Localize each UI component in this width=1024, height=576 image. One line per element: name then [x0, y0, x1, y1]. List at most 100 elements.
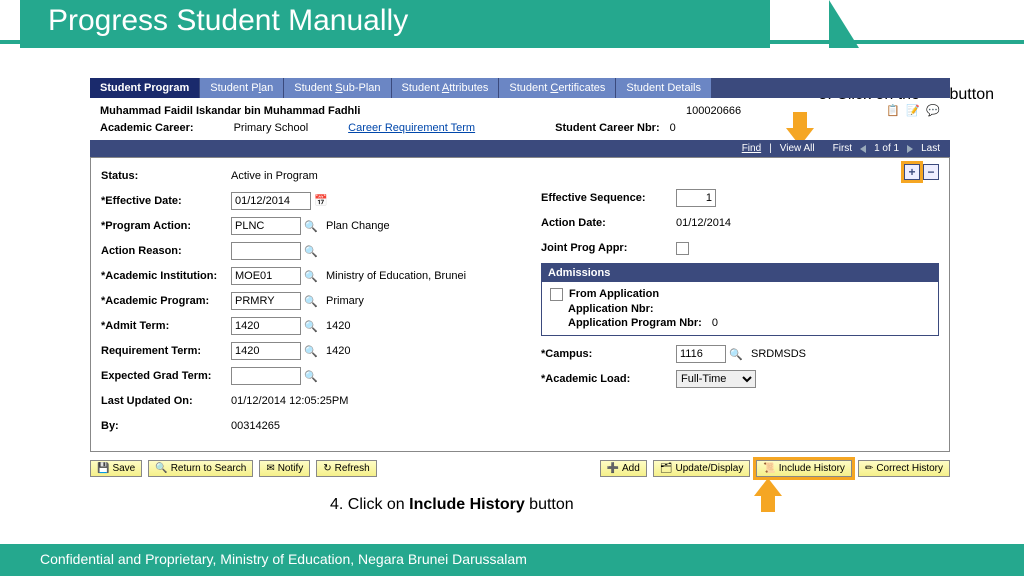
txt: Return to Search — [171, 463, 247, 474]
req-term-input[interactable] — [231, 342, 301, 360]
status-label: Status: — [101, 170, 231, 182]
admissions-header: Admissions — [542, 264, 938, 282]
acad-load-select[interactable]: Full-Time — [676, 370, 756, 388]
req-term-desc: 1420 — [326, 345, 350, 357]
by-value: 00314265 — [231, 420, 280, 432]
txt: ertificates — [558, 82, 605, 94]
status-value: Active in Program — [231, 170, 318, 182]
calendar-icon[interactable]: 📅 — [314, 194, 328, 208]
txt: Student — [294, 82, 335, 94]
admit-term-label: *Admit Term: — [101, 320, 231, 332]
slide-footer: Confidential and Proprietary, Ministry o… — [0, 544, 1024, 576]
from-app-label: From Application — [569, 288, 659, 301]
lookup-icon[interactable]: 🔍 — [729, 347, 743, 361]
joint-prog-checkbox[interactable] — [676, 242, 689, 255]
history-icon: 📜 — [763, 463, 775, 474]
action-reason-input[interactable] — [231, 242, 301, 260]
arrow-stem-4 — [761, 494, 775, 512]
chat-icon[interactable]: 💬 — [926, 104, 940, 118]
career-requirement-link[interactable]: Career Requirement Term — [348, 122, 475, 134]
tab-student-plan[interactable]: Student Plan — [200, 78, 284, 98]
campus-label: *Campus: — [541, 348, 676, 360]
lookup-icon[interactable]: 🔍 — [304, 294, 318, 308]
find-link[interactable]: Find — [742, 143, 761, 154]
career-nbr-label: Student Career Nbr: — [555, 122, 660, 134]
callout-4: 4. Click on Include History button — [330, 496, 574, 514]
exp-grad-label: Expected Grad Term: — [101, 370, 231, 382]
exp-grad-input[interactable] — [231, 367, 301, 385]
eff-seq-label: Effective Sequence: — [541, 192, 676, 204]
view-all-link[interactable]: View All — [780, 143, 815, 154]
lookup-icon[interactable]: 🔍 — [304, 269, 318, 283]
acad-inst-label: *Academic Institution: — [101, 270, 231, 282]
remove-row-button[interactable]: − — [923, 164, 939, 180]
nav-prev-icon[interactable] — [860, 145, 866, 153]
update-icon: 🗂 — [660, 463, 673, 474]
admissions-box: Admissions From Application Application … — [541, 263, 939, 336]
right-column: Effective Sequence: Action Date:01/12/20… — [541, 166, 939, 441]
prog-action-input[interactable] — [231, 217, 301, 235]
edit-icon[interactable]: 📝 — [906, 104, 920, 118]
student-id: 100020666 — [686, 105, 886, 117]
header-icons: 📋 📝 💬 — [886, 104, 940, 118]
acad-load-label: *Academic Load: — [541, 373, 676, 385]
student-header: Muhammad Faidil Iskandar bin Muhammad Fa… — [90, 98, 950, 120]
lookup-icon[interactable]: 🔍 — [304, 244, 318, 258]
acad-prog-input[interactable] — [231, 292, 301, 310]
app-prog-nbr-value: 0 — [712, 317, 718, 329]
search-icon: 🔍 — [155, 463, 167, 474]
admit-term-desc: 1420 — [326, 320, 350, 332]
lookup-icon[interactable]: 🔍 — [304, 369, 318, 383]
txt: Student P — [210, 82, 258, 94]
tab-student-program[interactable]: Student Program — [90, 78, 200, 98]
lookup-icon[interactable]: 🔍 — [304, 344, 318, 358]
include-history-button[interactable]: 📜Include History — [756, 460, 852, 477]
academic-career-label: Academic Career: — [100, 122, 194, 134]
campus-desc: SRDMSDS — [751, 348, 806, 360]
correct-icon: ✏ — [865, 463, 873, 474]
tab-student-subplan[interactable]: Student Sub-Plan — [284, 78, 391, 98]
acad-prog-desc: Primary — [326, 295, 364, 307]
prog-action-desc: Plan Change — [326, 220, 390, 232]
title-divider — [0, 40, 1024, 44]
eff-seq-input[interactable] — [676, 189, 716, 207]
save-button[interactable]: 💾Save — [90, 460, 142, 477]
update-display-button[interactable]: 🗂Update/Display — [653, 460, 751, 477]
campus-input[interactable] — [676, 345, 726, 363]
nav-sep: | — [769, 143, 772, 154]
app-prog-nbr-label: Application Program Nbr: — [568, 317, 702, 329]
txt: an — [261, 82, 273, 94]
txt: ttributes — [449, 82, 488, 94]
refresh-button[interactable]: ↻Refresh — [316, 460, 376, 477]
tab-student-attributes[interactable]: Student Attributes — [392, 78, 500, 98]
career-nbr-value: 0 — [670, 122, 676, 134]
first-label: First — [833, 143, 852, 154]
acad-inst-input[interactable] — [231, 267, 301, 285]
tab-student-details[interactable]: Student Details — [616, 78, 712, 98]
scroll-nav-bar: Find | View All First 1 of 1 Last — [90, 140, 950, 157]
lookup-icon[interactable]: 🔍 — [304, 219, 318, 233]
nav-next-icon[interactable] — [907, 145, 913, 153]
txt: Save — [112, 463, 135, 474]
admit-term-input[interactable] — [231, 317, 301, 335]
notify-button[interactable]: ✉Notify — [259, 460, 310, 477]
app-nbr-label: Application Nbr: — [568, 303, 654, 315]
eff-date-input[interactable] — [231, 192, 311, 210]
correct-history-button[interactable]: ✏Correct History — [858, 460, 950, 477]
add-icon: ➕ — [607, 463, 619, 474]
txt: Correct History — [876, 463, 943, 474]
notepad-icon[interactable]: 📋 — [886, 104, 900, 118]
add-button[interactable]: ➕Add — [600, 460, 647, 477]
acad-prog-label: *Academic Program: — [101, 295, 231, 307]
return-button[interactable]: 🔍 Return to Search — [148, 460, 253, 477]
button-bar: 💾Save 🔍 Return to Search ✉Notify ↻Refresh… — [90, 452, 950, 485]
from-app-checkbox[interactable] — [550, 288, 563, 301]
lookup-icon[interactable]: 🔍 — [304, 319, 318, 333]
tab-student-certificates[interactable]: Student Certificates — [499, 78, 616, 98]
career-row: Academic Career: Primary School Career R… — [90, 120, 950, 140]
txt: ub-Plan — [343, 82, 381, 94]
form-body: + − Status:Active in Program *Effective … — [90, 157, 950, 452]
add-row-button[interactable]: + — [904, 164, 920, 180]
action-date-value: 01/12/2014 — [676, 217, 731, 229]
last-upd-value: 01/12/2014 12:05:25PM — [231, 395, 348, 407]
